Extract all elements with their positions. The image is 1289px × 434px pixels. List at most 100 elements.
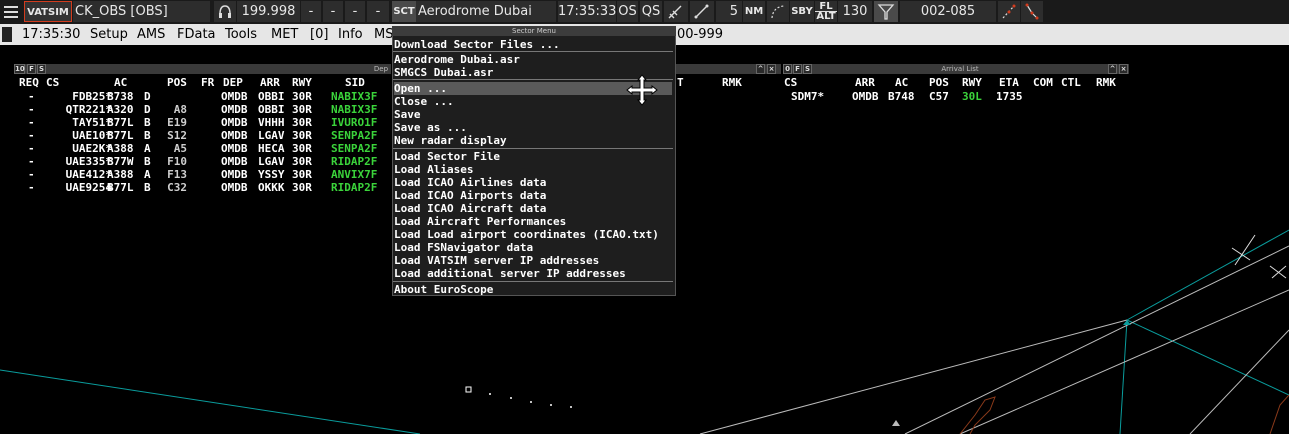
col-cs[interactable]: CS [46, 76, 59, 89]
dep-row-arr[interactable]: HECA [258, 142, 285, 155]
arr-col-com[interactable]: COM [1033, 76, 1053, 89]
arr-row-pos[interactable]: C57 [929, 90, 949, 103]
dep-row-sid[interactable]: IVURO1F [331, 116, 377, 129]
menu-met[interactable]: MET [271, 24, 298, 45]
departure-minimize-button[interactable]: ^ [756, 64, 765, 74]
dep-row-rwy[interactable]: 30R [292, 181, 312, 194]
dep-row-arr[interactable]: VHHH [258, 116, 285, 129]
sector-menu-item[interactable]: Download Sector Files ... [394, 38, 672, 51]
sector-menu-item[interactable]: Load Aircraft Performances [394, 215, 672, 228]
squawk-range[interactable]: 002-085 [900, 1, 996, 22]
dep-row-arr[interactable]: OKKK [258, 181, 285, 194]
dep-row-ac[interactable]: B77L [107, 181, 134, 194]
col-sid[interactable]: SID [345, 76, 365, 89]
sector-menu-item[interactable]: About EuroScope [394, 283, 672, 296]
atis-slot-4[interactable]: - [367, 1, 389, 22]
dep-row-sid[interactable]: ANVIX7F [331, 168, 377, 181]
arr-row-arr[interactable]: OMDB [852, 90, 879, 103]
dep-row-cs[interactable]: TAY51* [54, 116, 112, 129]
dep-row-sid[interactable]: SENPA2F [331, 129, 377, 142]
dep-row-dep[interactable]: OMDB [221, 142, 248, 155]
dep-row-wtc[interactable]: B [144, 181, 151, 194]
dotted-arc-icon[interactable] [767, 1, 789, 22]
atis-slot-1[interactable]: - [301, 1, 321, 22]
dep-row-wtc[interactable]: A [144, 142, 151, 155]
dep-row-pos[interactable]: C32 [167, 181, 187, 194]
dep-row-sid[interactable]: SENPA2F [331, 142, 377, 155]
dep-row-wtc[interactable]: B [144, 129, 151, 142]
sector-menu-item[interactable]: Load VATSIM server IP addresses [394, 254, 672, 267]
menu-ams[interactable]: AMS [137, 24, 165, 45]
arr-col-rwy[interactable]: RWY [962, 76, 982, 89]
dep-row-pos[interactable]: E19 [167, 116, 187, 129]
departure-close-button[interactable]: × [767, 64, 776, 74]
dep-row-dep[interactable]: OMDB [221, 168, 248, 181]
sct-button[interactable]: SCT [392, 1, 416, 22]
dep-row-sid[interactable]: RIDAP2F [331, 155, 377, 168]
dep-row-pos[interactable]: F13 [167, 168, 187, 181]
dep-row-sid[interactable]: NABIX3F [331, 90, 377, 103]
col-req[interactable]: REQ [19, 76, 39, 89]
departure-list-titlebar[interactable] [14, 64, 391, 74]
dep-row-arr[interactable]: LGAV [258, 155, 285, 168]
arrival-close-button[interactable]: × [1119, 64, 1128, 74]
dep-row-rwy[interactable]: 30R [292, 90, 312, 103]
arrival-filter-button[interactable]: F [793, 64, 802, 74]
dep-row-wtc[interactable]: D [144, 90, 151, 103]
vatsim-button[interactable]: VATSIM [24, 1, 72, 22]
col-fr[interactable]: FR [201, 76, 214, 89]
plane-icon[interactable] [664, 1, 688, 22]
dep-row-arr[interactable]: OBBI [258, 90, 285, 103]
dep-row-rwy[interactable]: 30R [292, 155, 312, 168]
arr-col-ac[interactable]: AC [895, 76, 908, 89]
dep-row-sid[interactable]: RIDAP2F [331, 181, 377, 194]
arr-col-arr[interactable]: ARR [855, 76, 875, 89]
col-t[interactable]: T [677, 76, 684, 89]
dep-row-cs[interactable]: UAE9254 [54, 181, 112, 194]
menu-fdata[interactable]: FData [177, 24, 216, 45]
dep-row-req[interactable]: - [28, 90, 35, 103]
dep-row-rwy[interactable]: 30R [292, 142, 312, 155]
dep-row-arr[interactable]: LGAV [258, 129, 285, 142]
dep-row-arr[interactable]: OBBI [258, 103, 285, 116]
dep-row-cs[interactable]: UAE412* [54, 168, 112, 181]
dep-row-ac[interactable]: A388 [107, 142, 134, 155]
sector-menu-item[interactable]: Load additional server IP addresses [394, 267, 672, 280]
callsign-display[interactable]: CK_OBS [OBS] [73, 1, 210, 22]
menu-info[interactable]: Info [338, 24, 363, 45]
ruler-icon[interactable] [690, 1, 714, 22]
sector-menu-item[interactable]: Load Aliases [394, 163, 672, 176]
dep-row-sid[interactable]: NABIX3F [331, 103, 377, 116]
col-pos[interactable]: POS [167, 76, 187, 89]
arr-col-ctl[interactable]: CTL [1061, 76, 1081, 89]
col-dep[interactable]: DEP [223, 76, 243, 89]
arr-row-rwy[interactable]: 30L [962, 90, 982, 103]
dep-row-ac[interactable]: B77L [107, 116, 134, 129]
range-value[interactable]: 5 [716, 1, 742, 22]
dep-row-dep[interactable]: OMDB [221, 129, 248, 142]
sector-menu-item[interactable]: New radar display [394, 134, 672, 147]
dep-row-pos[interactable]: A5 [167, 142, 187, 155]
sector-menu-item[interactable]: Aerodrome Dubai.asr [394, 53, 672, 66]
dep-row-dep[interactable]: OMDB [221, 90, 248, 103]
dep-row-dep[interactable]: OMDB [221, 103, 248, 116]
nm-button[interactable]: NM [743, 1, 765, 22]
dep-row-req[interactable]: - [28, 181, 35, 194]
arrival-sort-button[interactable]: S [803, 64, 812, 74]
dep-row-ac[interactable]: B77L [107, 129, 134, 142]
menu-setup[interactable]: Setup [90, 24, 128, 45]
dep-row-ac[interactable]: A388 [107, 168, 134, 181]
arr-col-rmk[interactable]: RMK [1096, 76, 1116, 89]
sector-menu-item[interactable]: Load Load airport coordinates (ICAO.txt) [394, 228, 672, 241]
dep-row-cs[interactable]: FDB25* [54, 90, 112, 103]
dep-row-req[interactable]: - [28, 103, 35, 116]
arr-col-cs[interactable]: CS [784, 76, 797, 89]
departure-sort-button[interactable]: S [37, 64, 46, 74]
menu-grip-icon[interactable] [2, 27, 12, 42]
arrival-minimize-button[interactable]: ^ [1108, 64, 1117, 74]
col-arr[interactable]: ARR [260, 76, 280, 89]
route-icon[interactable] [1021, 1, 1043, 22]
dep-row-wtc[interactable]: B [144, 155, 151, 168]
fl-alt-toggle[interactable]: FL ALT [815, 1, 837, 22]
headset-icon[interactable] [214, 1, 236, 22]
